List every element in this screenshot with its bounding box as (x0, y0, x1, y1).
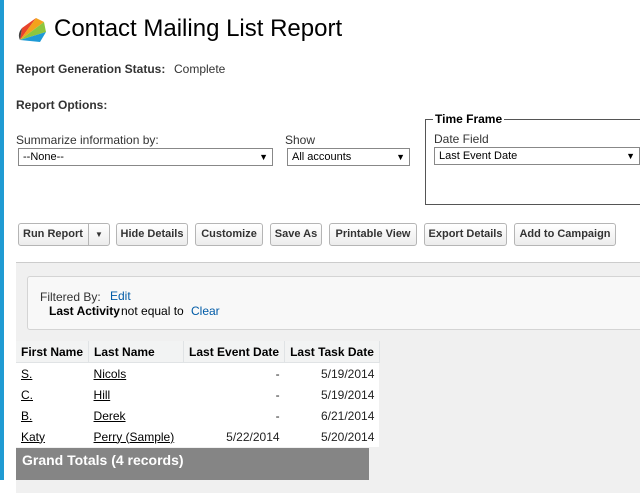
page-title: Contact Mailing List Report (54, 15, 343, 42)
run-report-menu-arrow-icon[interactable]: ▼ (88, 224, 109, 245)
report-table: First Name Last Name Last Event Date Las… (16, 341, 380, 447)
last-name-link[interactable]: Perry (Sample) (94, 430, 175, 444)
save-as-button[interactable]: Save As (270, 223, 322, 246)
status-value: Complete (174, 62, 226, 76)
filter-edit-link[interactable]: Edit (110, 289, 131, 303)
first-name-link[interactable]: Katy (21, 430, 45, 444)
dropdown-arrow-icon: ▼ (396, 152, 405, 162)
last-name-link[interactable]: Derek (94, 409, 126, 423)
last-task-date-cell: 5/19/2014 (284, 362, 380, 384)
summarize-select[interactable]: --None-- ▼ (18, 148, 273, 166)
last-name-link[interactable]: Nicols (94, 367, 127, 381)
show-select[interactable]: All accounts ▼ (287, 148, 410, 166)
summarize-label: Summarize information by: (16, 133, 159, 147)
last-event-date-cell: - (183, 405, 285, 426)
table-row: C. Hill - 5/19/2014 (16, 384, 380, 405)
show-label: Show (285, 133, 316, 147)
filter-box (27, 276, 640, 330)
filter-clear-link[interactable]: Clear (191, 304, 220, 318)
date-field-select[interactable]: Last Event Date ▼ (434, 147, 640, 165)
filter-field: Last Activity (49, 304, 120, 318)
report-icon (18, 18, 46, 42)
dropdown-arrow-icon: ▼ (626, 151, 635, 161)
run-report-label: Run Report (23, 228, 83, 240)
last-task-date-cell: 5/20/2014 (284, 426, 380, 447)
last-task-date-cell: 6/21/2014 (284, 405, 380, 426)
printable-view-button[interactable]: Printable View (329, 223, 417, 246)
table-row: S. Nicols - 5/19/2014 (16, 362, 380, 384)
table-row: Katy Perry (Sample) 5/22/2014 5/20/2014 (16, 426, 380, 447)
first-name-link[interactable]: B. (21, 409, 32, 423)
column-header-last-event-date[interactable]: Last Event Date (183, 341, 286, 363)
table-header-row: First Name Last Name Last Event Date Las… (16, 341, 380, 363)
time-frame-legend: Time Frame (433, 112, 505, 126)
hide-details-button[interactable]: Hide Details (116, 223, 188, 246)
column-header-last-name[interactable]: Last Name (88, 341, 185, 363)
status-label: Report Generation Status: (16, 62, 166, 76)
last-event-date-cell: - (183, 384, 285, 405)
show-select-value: All accounts (292, 151, 352, 163)
date-field-select-value: Last Event Date (439, 150, 518, 162)
export-details-button[interactable]: Export Details (424, 223, 507, 246)
grand-totals: Grand Totals (4 records) (16, 448, 369, 480)
last-event-date-cell: - (183, 362, 285, 384)
customize-button[interactable]: Customize (195, 223, 263, 246)
add-to-campaign-button[interactable]: Add to Campaign (514, 223, 616, 246)
left-accent-bar (0, 0, 4, 480)
column-header-last-task-date[interactable]: Last Task Date (284, 341, 380, 363)
last-event-date-cell: 5/22/2014 (183, 426, 285, 447)
report-options-label: Report Options: (16, 98, 108, 112)
dropdown-arrow-icon: ▼ (259, 152, 268, 162)
last-task-date-cell: 5/19/2014 (284, 384, 380, 405)
column-header-first-name[interactable]: First Name (16, 341, 90, 363)
first-name-link[interactable]: S. (21, 367, 32, 381)
filter-operator: not equal to (121, 304, 184, 318)
filtered-by-label: Filtered By: (40, 290, 101, 304)
summarize-select-value: --None-- (23, 151, 64, 163)
table-row: B. Derek - 6/21/2014 (16, 405, 380, 426)
date-field-label: Date Field (434, 132, 489, 146)
first-name-link[interactable]: C. (21, 388, 33, 402)
run-report-button[interactable]: Run Report ▼ (18, 223, 110, 246)
last-name-link[interactable]: Hill (94, 388, 111, 402)
